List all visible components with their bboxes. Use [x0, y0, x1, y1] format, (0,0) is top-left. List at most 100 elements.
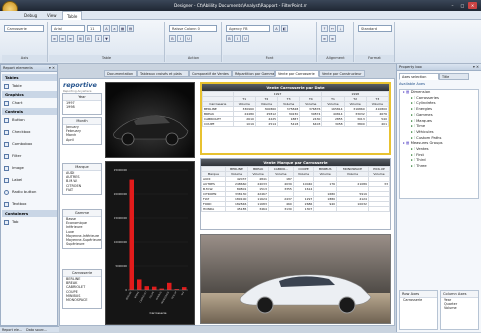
format-combo[interactable]: Raisse Colonn 0 — [169, 25, 217, 32]
maximize-button[interactable]: □ — [458, 2, 467, 9]
checkbox-icon — [4, 129, 9, 135]
year-item[interactable]: 1998 — [63, 105, 101, 109]
insert-col-icon[interactable]: ⊟ — [85, 35, 92, 42]
tool-textbox[interactable]: Textbox — [2, 200, 57, 208]
row-axis-item[interactable]: Carrosserie — [400, 298, 437, 302]
tab-vente-constructeur[interactable]: Vente par Constructeur — [319, 70, 365, 77]
row-label: COUPE — [202, 121, 234, 127]
vente-marque-carrosserie-table[interactable]: Vente Marque par Carrosserie BERLINE BREA… — [200, 158, 391, 230]
text-left-icon[interactable]: ≡ — [321, 35, 328, 42]
number-format-combo[interactable]: Standard — [358, 25, 392, 32]
month-item[interactable]: April — [63, 138, 101, 142]
section-graphics[interactable]: Graphics — [2, 91, 57, 98]
tab-repartition[interactable]: Répartition par Gamme — [232, 70, 275, 77]
font-color-icon[interactable]: A — [273, 25, 280, 32]
underline-icon[interactable]: U — [185, 35, 192, 42]
bold-icon[interactable]: B — [169, 35, 176, 42]
underline-font-icon[interactable]: U — [242, 35, 249, 42]
column-axes-box[interactable]: Column Axes Year Quarter Volume — [440, 290, 479, 330]
tool-chart[interactable]: Chart — [2, 99, 57, 107]
marque-selector[interactable]: Marque AUDI AUTRES B.M.W. CITROEN FIAT — [62, 163, 102, 195]
font-size-combo[interactable]: 11 — [87, 25, 101, 32]
carrosserie-combo[interactable]: Carrosserie — [4, 25, 44, 32]
borders-icon[interactable]: ▦ — [119, 25, 126, 32]
align-right-icon[interactable]: ≡ — [67, 35, 74, 42]
ribbon-group-font: Agency FB A ◧ B I U Font — [223, 22, 317, 62]
marque-item[interactable]: FIAT — [63, 188, 101, 192]
table-row[interactable]: HONDA 45185 3464 3130 1307 — [201, 206, 391, 212]
carrosserie-selector[interactable]: Carrosserie BERLINE BREAK CABRIOLET COUP… — [62, 269, 102, 309]
align-middle-icon[interactable]: ↔ — [329, 25, 336, 32]
tool-label[interactable]: Label — [2, 176, 57, 184]
tree-item[interactable]: ▸ ⫶ Three — [400, 164, 478, 170]
tab-data-sources[interactable]: Data sourc... — [26, 328, 47, 332]
table-cell — [367, 206, 391, 212]
tab-report-elements[interactable]: Report ele... — [2, 328, 22, 332]
grow-font-icon[interactable]: A — [103, 25, 110, 32]
section-containers[interactable]: Containers — [2, 210, 57, 217]
sort-icon[interactable]: ↕ — [95, 35, 102, 42]
chart-bar[interactable] — [144, 286, 150, 290]
gamme-item[interactable]: Supérieure — [63, 242, 101, 246]
month-selector[interactable]: Month January February March April — [62, 117, 102, 145]
chart-bar[interactable] — [152, 286, 157, 290]
tab-axes-selection[interactable]: Axes selection — [399, 73, 439, 80]
x-tick-label: 4x4 — [180, 290, 185, 296]
property-box-title: Property box — [399, 65, 422, 69]
chart-bar[interactable] — [167, 282, 172, 290]
tool-combobox[interactable]: Combobox — [2, 140, 57, 148]
chart-bar[interactable] — [182, 287, 187, 290]
report-elements-header: Report elements ▾ ✕ — [1, 65, 57, 72]
fill-color-icon[interactable]: ◧ — [281, 25, 288, 32]
menu-table[interactable]: Table — [62, 11, 83, 20]
gamme-selector[interactable]: Gamme Basse Economique Inférieure Luxe M… — [62, 209, 102, 249]
panel-pin-icon[interactable]: ▾ ✕ — [49, 65, 57, 72]
tab-documentation[interactable]: Documentation — [104, 70, 137, 77]
tool-filter[interactable]: Filter — [2, 152, 57, 160]
agency-font-combo[interactable]: Agency FB — [226, 25, 270, 32]
bold-font-icon[interactable]: B — [226, 35, 233, 42]
tab-tableaux[interactable]: Tableaux croisés et plats — [137, 70, 189, 77]
italic-font-icon[interactable]: I — [234, 35, 241, 42]
align-left-icon[interactable]: ≡ — [51, 35, 58, 42]
tree-item-label: Measures Groups — [410, 141, 443, 146]
filter-icon[interactable]: ▼ — [103, 35, 110, 42]
tool-tab[interactable]: Tab — [2, 218, 57, 226]
tab-title[interactable]: Title — [439, 73, 469, 80]
align-center-icon[interactable]: ≡ — [59, 35, 66, 42]
menu-view[interactable]: View — [43, 11, 61, 20]
row-axes-box[interactable]: Row Axes Carrosserie — [399, 290, 438, 330]
vente-carrosserie-date-table[interactable]: Vente Carrosserie par Date 1997 1998 T1 T… — [200, 82, 391, 155]
align-bottom-icon[interactable]: ⤓ — [337, 25, 344, 32]
tool-radio[interactable]: Radio button — [2, 188, 57, 196]
chart-bar[interactable] — [137, 279, 142, 290]
menu-debug[interactable]: Debug — [20, 11, 41, 20]
table-cell: 1307 — [292, 206, 315, 212]
minimize-button[interactable]: – — [448, 2, 457, 9]
tool-image[interactable]: Image — [2, 164, 57, 172]
text-center-icon[interactable]: ≡ — [329, 35, 336, 42]
shrink-font-icon[interactable]: a — [111, 25, 118, 32]
tool-table[interactable]: Table — [2, 82, 57, 90]
close-button[interactable]: ✕ — [468, 2, 477, 9]
align-top-icon[interactable]: ⤒ — [321, 25, 328, 32]
tab-comparatif[interactable]: Comparatif de Ventes — [189, 70, 232, 77]
chart-bar[interactable] — [129, 179, 135, 290]
tool-checkbox[interactable]: Checkbox — [2, 128, 57, 136]
property-pin-icon[interactable]: ▾ ✕ — [473, 64, 481, 71]
section-controls[interactable]: Controls — [2, 108, 57, 115]
sales-bar-chart: 25000000 20000000 15000000 10000000 5000000 0… — [105, 161, 195, 325]
year-selector[interactable]: Year 1997 1998 — [62, 93, 102, 115]
column-axis-item[interactable]: Volume — [441, 306, 478, 310]
font-name-combo[interactable]: Arial — [51, 25, 85, 32]
insert-row-icon[interactable]: ⊞ — [77, 35, 84, 42]
carrosserie-item[interactable]: MONOSPACE — [63, 298, 101, 302]
grid-icon[interactable]: ▤ — [127, 25, 134, 32]
table-row[interactable]: COUPE 1019 2514 5418 6403 3058 3800 401 — [202, 121, 390, 127]
section-tables[interactable]: Tables — [2, 74, 57, 81]
tab-vente-carrosserie[interactable]: Vente par Carrosserie — [275, 70, 319, 77]
carrosserie-selector-title: Carrosserie — [63, 270, 101, 277]
car-image-black — [105, 82, 195, 158]
italic-icon[interactable]: I — [177, 35, 184, 42]
tool-button[interactable]: Button — [2, 116, 57, 124]
